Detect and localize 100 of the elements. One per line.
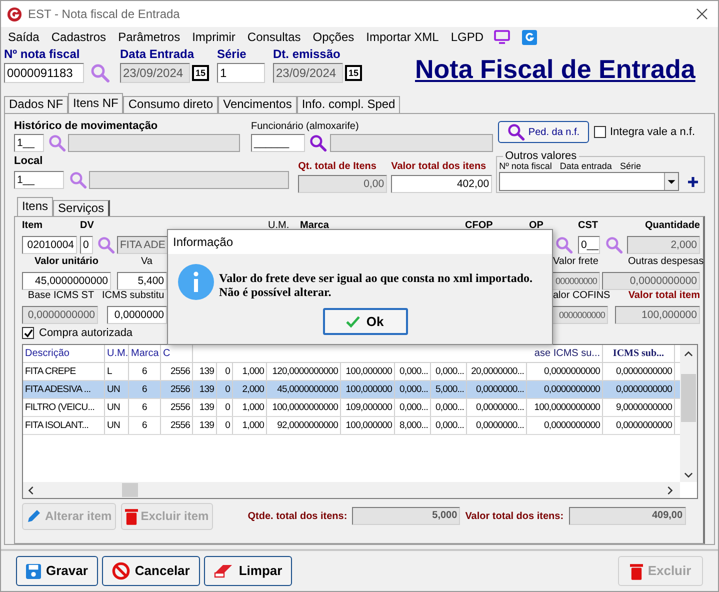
scroll-thumb[interactable] bbox=[681, 374, 696, 422]
plus-icon[interactable] bbox=[688, 176, 698, 186]
column-header[interactable]: ICMS sub... bbox=[603, 345, 675, 362]
search-icon[interactable] bbox=[69, 171, 87, 189]
tab[interactable]: Dados NF bbox=[4, 96, 68, 113]
menu-item[interactable]: Importar XML bbox=[360, 28, 445, 46]
vertical-scrollbar[interactable] bbox=[680, 345, 697, 482]
calendar-button[interactable]: 15 bbox=[192, 65, 209, 81]
search-icon[interactable] bbox=[507, 123, 526, 141]
field-label: Dt. emissão bbox=[273, 47, 342, 62]
scroll-left-icon[interactable] bbox=[28, 486, 34, 494]
input-field[interactable]: 45,0000000000 bbox=[22, 272, 111, 290]
input-field[interactable]: 23/09/2024 bbox=[120, 63, 190, 83]
input-field[interactable]: 0000000000 bbox=[551, 306, 608, 324]
table-cell: 100,0000000000 bbox=[267, 399, 341, 416]
input-field[interactable]: 1__ bbox=[14, 134, 44, 152]
tab[interactable]: Consumo direto bbox=[123, 96, 218, 113]
table-row[interactable]: FITA ISOLANT... UN 6 2556 139 0 1,000 92,0000000000 100,000000 8,000... 0,000... 0,0000000... 0,0000000000 0,0000000000 bbox=[23, 417, 680, 435]
table-cell: L bbox=[105, 363, 129, 380]
table-row[interactable]: FITA ADESIVA ... UN 6 2556 139 0 2,000 45,0000000000 100,000000 0,000... 5,000... 0,0000000... 0,0000000000 0,0000000000 bbox=[23, 381, 680, 399]
table-cell: FITA ADESIVA ... bbox=[23, 381, 105, 398]
tab[interactable]: Vencimentos bbox=[218, 96, 297, 113]
tab[interactable]: Itens NF bbox=[68, 93, 124, 113]
info-icon bbox=[178, 264, 214, 300]
input-field[interactable]: 02010004 bbox=[22, 236, 77, 254]
input-field[interactable]: 0,0000000000 bbox=[22, 306, 98, 324]
checkbox[interactable] bbox=[22, 327, 34, 339]
input-field[interactable]: 2,000 bbox=[627, 236, 700, 254]
input-field[interactable]: 5,400 bbox=[117, 272, 167, 290]
field-label: CST bbox=[578, 220, 599, 233]
table-cell: 100,000000 bbox=[341, 417, 395, 434]
monitor-icon[interactable] bbox=[494, 30, 510, 44]
table-cell: 0,0000000000 bbox=[603, 417, 675, 434]
table-cell: 6 bbox=[129, 381, 161, 398]
input-field[interactable]: 1__ bbox=[14, 171, 64, 189]
search-icon[interactable] bbox=[97, 236, 115, 254]
dropdown[interactable] bbox=[499, 172, 680, 191]
input-field[interactable]: 0 bbox=[80, 236, 93, 254]
cancel-button[interactable]: Cancelar bbox=[102, 556, 200, 586]
search-icon[interactable] bbox=[605, 236, 623, 254]
scroll-up-icon[interactable] bbox=[684, 351, 693, 357]
search-icon[interactable] bbox=[90, 63, 110, 83]
clear-button[interactable]: Limpar bbox=[204, 556, 292, 586]
input-field[interactable]: 0,0000000000 bbox=[602, 272, 700, 290]
table-cell: 0,000... bbox=[431, 417, 467, 434]
menu-item[interactable]: Opções bbox=[306, 28, 360, 46]
tab[interactable]: Info. compl. Sped bbox=[296, 96, 400, 113]
tab[interactable]: Itens bbox=[17, 197, 54, 216]
column-header[interactable]: U.M. bbox=[105, 345, 129, 362]
table-cell: 92,0000000000 bbox=[267, 417, 341, 434]
scroll-right-icon[interactable] bbox=[667, 486, 673, 494]
input-field[interactable]: 000000000 bbox=[551, 272, 600, 290]
horizontal-scrollbar[interactable] bbox=[23, 482, 680, 498]
save-button[interactable]: Gravar bbox=[16, 556, 98, 586]
input-field[interactable]: 100,000000 bbox=[615, 306, 700, 324]
search-icon[interactable] bbox=[309, 134, 327, 152]
input-field[interactable]: 1 bbox=[217, 63, 265, 83]
table-cell: 0 bbox=[217, 381, 233, 398]
search-icon[interactable] bbox=[48, 134, 66, 152]
tab[interactable]: Serviços bbox=[53, 200, 110, 216]
table-cell: 45,0000000000 bbox=[267, 381, 341, 398]
column-header[interactable]: Descrição bbox=[23, 345, 105, 362]
scroll-down-icon[interactable] bbox=[684, 472, 693, 478]
table-row[interactable]: FITA CREPE L 6 2556 139 0 1,000 120,0000000000 100,000000 0,000... 0,000... 20,0000000... 0,0000000000 0,0000000000 bbox=[23, 363, 680, 381]
menu-item[interactable]: Consultas bbox=[241, 28, 307, 46]
table-cell: 6 bbox=[129, 363, 161, 380]
ok-button[interactable]: Ok bbox=[322, 308, 408, 335]
menu-item[interactable]: Imprimir bbox=[186, 28, 242, 46]
calendar-button[interactable]: 15 bbox=[345, 65, 362, 81]
field-label: ICMS substitu bbox=[101, 290, 166, 303]
close-icon[interactable] bbox=[696, 8, 708, 20]
check-icon bbox=[346, 316, 360, 328]
checkbox[interactable] bbox=[594, 126, 606, 138]
order-search-button[interactable]: Ped. da n.f. bbox=[498, 121, 589, 143]
input-field[interactable]: 409,00 bbox=[568, 507, 686, 525]
menu-item[interactable]: Parâmetros bbox=[112, 28, 186, 46]
table-cell: 2556 bbox=[161, 417, 193, 434]
field-label: Histórico de movimentação bbox=[14, 120, 159, 133]
input-field[interactable]: 0__ bbox=[578, 236, 600, 254]
column-label: Nº nota fiscal bbox=[499, 161, 552, 171]
input-field[interactable]: ______ bbox=[251, 134, 305, 152]
input-field[interactable]: 0,00 bbox=[298, 175, 388, 193]
table-cell: 0,0000000000 bbox=[527, 363, 603, 380]
input-field[interactable]: 0000091183 bbox=[4, 63, 84, 83]
field-label: OP bbox=[529, 220, 544, 233]
input-field[interactable]: FITA ADE bbox=[117, 236, 168, 254]
input-field[interactable]: 5,000 bbox=[352, 507, 460, 525]
menu-item[interactable]: Cadastros bbox=[45, 28, 112, 46]
search-icon[interactable] bbox=[555, 236, 573, 254]
trash-icon bbox=[124, 508, 138, 524]
table-row[interactable]: FILTRO (VEICU... UN 6 2556 139 0 1,000 100,0000000000 109,000000 0,000... 0,000... 0,0000000... 100,0000000000 9,0000000000 bbox=[23, 399, 680, 417]
scroll-thumb[interactable] bbox=[122, 483, 138, 497]
table-cell: 139 bbox=[193, 381, 217, 398]
input-field[interactable]: 0,0000000 bbox=[107, 306, 167, 324]
column-header[interactable]: Marca bbox=[129, 345, 161, 362]
menu-item[interactable]: LGPD bbox=[444, 28, 490, 46]
app-shortcut-icon[interactable] bbox=[522, 30, 537, 44]
input-field[interactable]: 23/09/2024 bbox=[273, 63, 343, 83]
input-field[interactable]: 402,00 bbox=[391, 175, 492, 193]
menu-item[interactable]: Saída bbox=[2, 28, 46, 46]
